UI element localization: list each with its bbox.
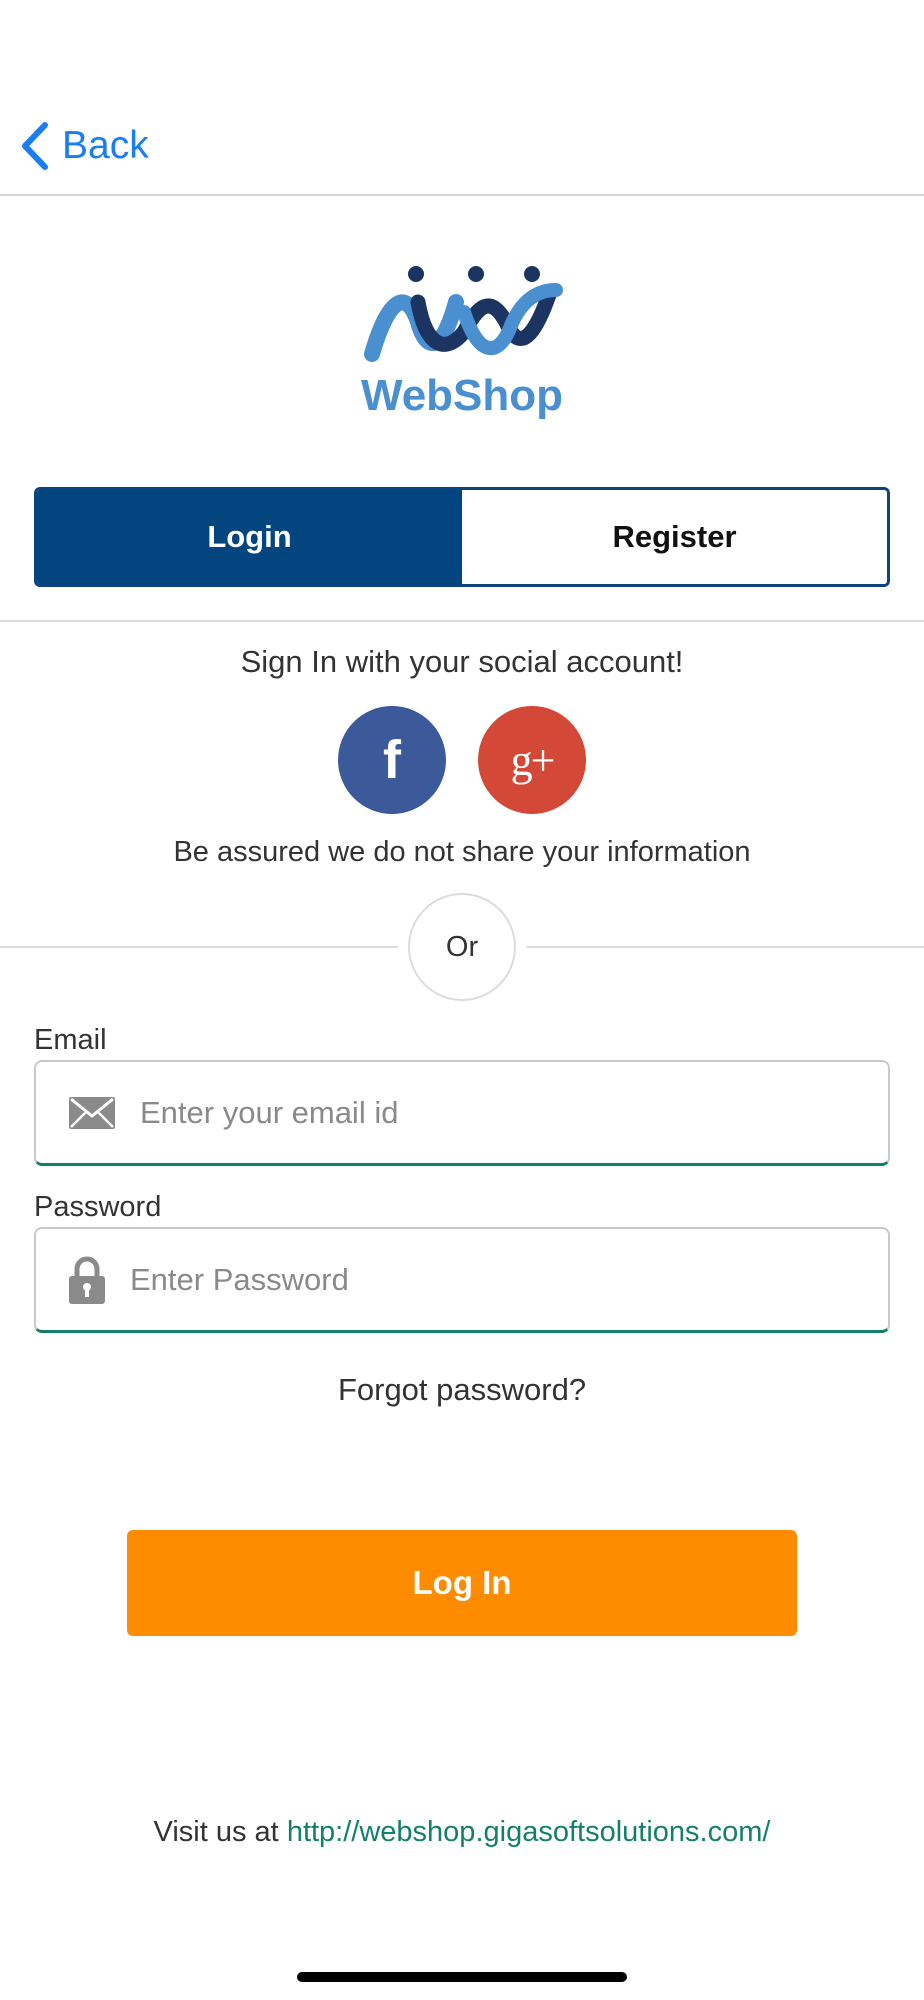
forgot-password-link[interactable]: Forgot password? [0, 1372, 924, 1408]
google-plus-login-button[interactable]: g+ [478, 706, 586, 814]
webshop-logo: WebShop [360, 262, 564, 422]
email-input[interactable] [140, 1094, 840, 1131]
back-label: Back [62, 124, 149, 167]
or-separator: Or [408, 893, 516, 1001]
lock-icon [69, 1256, 105, 1304]
back-button[interactable]: Back [18, 118, 149, 174]
password-field-box[interactable] [34, 1227, 890, 1333]
visit-prefix: Visit us at [153, 1816, 279, 1848]
tab-register[interactable]: Register [462, 490, 887, 584]
tab-login[interactable]: Login [37, 490, 462, 584]
visit-footer: Visit us at http://webshop.gigasoftsolut… [0, 1816, 924, 1849]
home-indicator [297, 1972, 627, 1982]
social-signin-heading: Sign In with your social account! [240, 644, 684, 679]
envelope-icon [69, 1096, 115, 1129]
or-divider-left [0, 946, 398, 948]
privacy-note: Be assured we do not share your informat… [173, 836, 751, 868]
facebook-icon: f [383, 730, 401, 790]
password-label: Password [34, 1191, 162, 1223]
nav-bar: Back [0, 0, 924, 196]
password-input[interactable] [130, 1261, 830, 1298]
chevron-left-icon [22, 122, 48, 170]
log-in-button[interactable]: Log In [127, 1530, 797, 1636]
logo-text: WebShop [361, 371, 563, 420]
website-link[interactable]: http://webshop.gigasoftsolutions.com/ [287, 1816, 771, 1848]
google-plus-icon: g+ [510, 735, 556, 785]
divider [0, 620, 924, 622]
email-field-box[interactable] [34, 1060, 890, 1166]
login-register-switch: Login Register [34, 487, 890, 587]
facebook-login-button[interactable]: f [338, 706, 446, 814]
or-divider-right [526, 946, 924, 948]
email-label: Email [34, 1024, 107, 1056]
